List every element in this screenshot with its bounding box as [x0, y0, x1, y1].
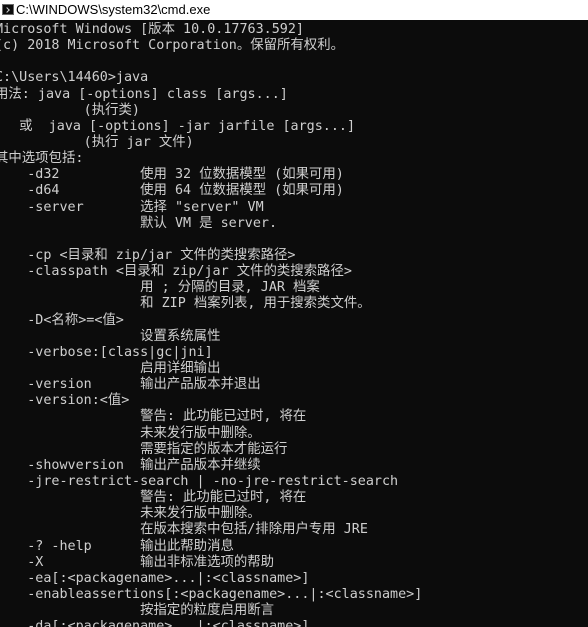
console-line: -cp <目录和 zip/jar 文件的类搜索路径> [0, 247, 296, 263]
console-line: -classpath <目录和 zip/jar 文件的类搜索路径> [0, 264, 352, 280]
console-line: 启用详细输出 [0, 360, 221, 376]
console-line: 和 ZIP 档案列表, 用于搜索类文件。 [0, 296, 371, 312]
window-title: C:\WINDOWS\system32\cmd.exe [16, 2, 211, 17]
console-line: 默认 VM 是 server. [0, 215, 278, 231]
console-line: Microsoft Windows [版本 10.0.17763.592] [0, 22, 304, 37]
console-line: 未来发行版中删除。 [0, 506, 261, 522]
console-line: -d64 使用 64 位数据模型 (如果可用) [0, 183, 344, 199]
console-output[interactable]: Microsoft Windows [版本 10.0.17763.592] (c)… [0, 22, 588, 627]
console-line: -D<名称>=<值> [0, 312, 124, 328]
console-line: -enableassertions[:<packagename>...|:<cl… [0, 586, 423, 602]
console-line: -jre-restrict-search | -no-jre-restrict-… [0, 473, 399, 489]
console-line: -ea[:<packagename>...|:<classname>] [0, 570, 310, 586]
console-line: 或 java [-options] -jar jarfile [args...] [0, 118, 356, 134]
console-line: (执行 jar 文件) [0, 134, 194, 150]
console-line: 在版本搜索中包括/排除用户专用 JRE [0, 522, 368, 538]
console-line: 警告: 此功能已过时, 将在 [0, 490, 307, 506]
console-line: 用 ; 分隔的目录, JAR 档案 [0, 280, 320, 296]
console-line: -? -help 输出此帮助消息 [0, 538, 234, 554]
console-line: -showversion 输出产品版本并继续 [0, 457, 261, 473]
console-line: 设置系统属性 [0, 328, 221, 344]
console-line: C:\Users\14460>java [0, 70, 149, 86]
console-line: 其中选项包括: [0, 151, 84, 167]
console-line: -d32 使用 32 位数据模型 (如果可用) [0, 167, 344, 183]
console-line: (c) 2018 Microsoft Corporation。保留所有权利。 [0, 38, 344, 54]
console-line: 需要指定的版本才能运行 [0, 441, 288, 457]
console-line: 未来发行版中删除。 [0, 425, 261, 441]
console-line: (执行类) [0, 102, 140, 118]
console-line: 用法: java [-options] class [args...] [0, 86, 288, 102]
console-line: 按指定的粒度启用断言 [0, 603, 275, 619]
console-line: -X 输出非标准选项的帮助 [0, 554, 275, 570]
console-line: -da[:<packagename>...|:<classname>] [0, 619, 310, 627]
console-line: -version:<值> [0, 393, 130, 409]
title-bar[interactable]: C:\WINDOWS\system32\cmd.exe [0, 0, 588, 20]
cmd-icon[interactable] [2, 4, 14, 15]
console-line: -server 选择 "server" VM [0, 199, 264, 215]
console-line: -version 输出产品版本并退出 [0, 377, 261, 393]
console-line: 警告: 此功能已过时, 将在 [0, 409, 307, 425]
console-line: -verbose:[class|gc|jni] [0, 344, 213, 360]
